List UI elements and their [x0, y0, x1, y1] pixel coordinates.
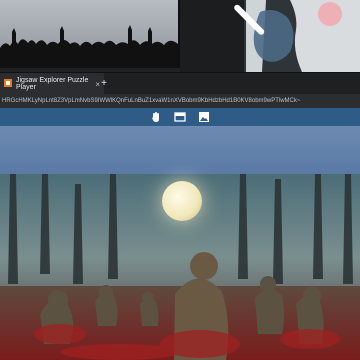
- crowd-video: [0, 0, 178, 68]
- new-tab-button[interactable]: +: [97, 75, 111, 91]
- address-url: HRGcHMKLyNpLnt8Z3VpLmNvbS9IWWlKQnFuLnBuZ…: [2, 98, 301, 104]
- address-bar[interactable]: HRGcHMKLyNpLnt8Z3VpLmNvbS9IWWlKQnFuLnBuZ…: [0, 94, 360, 108]
- webcam-scene: [180, 0, 360, 72]
- box-outline-icon[interactable]: [174, 111, 186, 123]
- crowd-silhouette: [0, 0, 178, 68]
- moon: [162, 181, 202, 221]
- tab-title: Jigsaw Explorer Puzzle Player: [16, 77, 89, 91]
- puzzle-background: [0, 126, 360, 174]
- puzzle-toolbar: [0, 108, 360, 126]
- image-icon[interactable]: [198, 111, 210, 123]
- jigsaw-favicon-icon: [4, 79, 12, 89]
- browser-tab[interactable]: Jigsaw Explorer Puzzle Player ×: [0, 73, 104, 95]
- webcam-video: [180, 0, 360, 72]
- hand-icon[interactable]: [150, 111, 162, 123]
- browser-tab-bar: Jigsaw Explorer Puzzle Player × +: [0, 72, 360, 95]
